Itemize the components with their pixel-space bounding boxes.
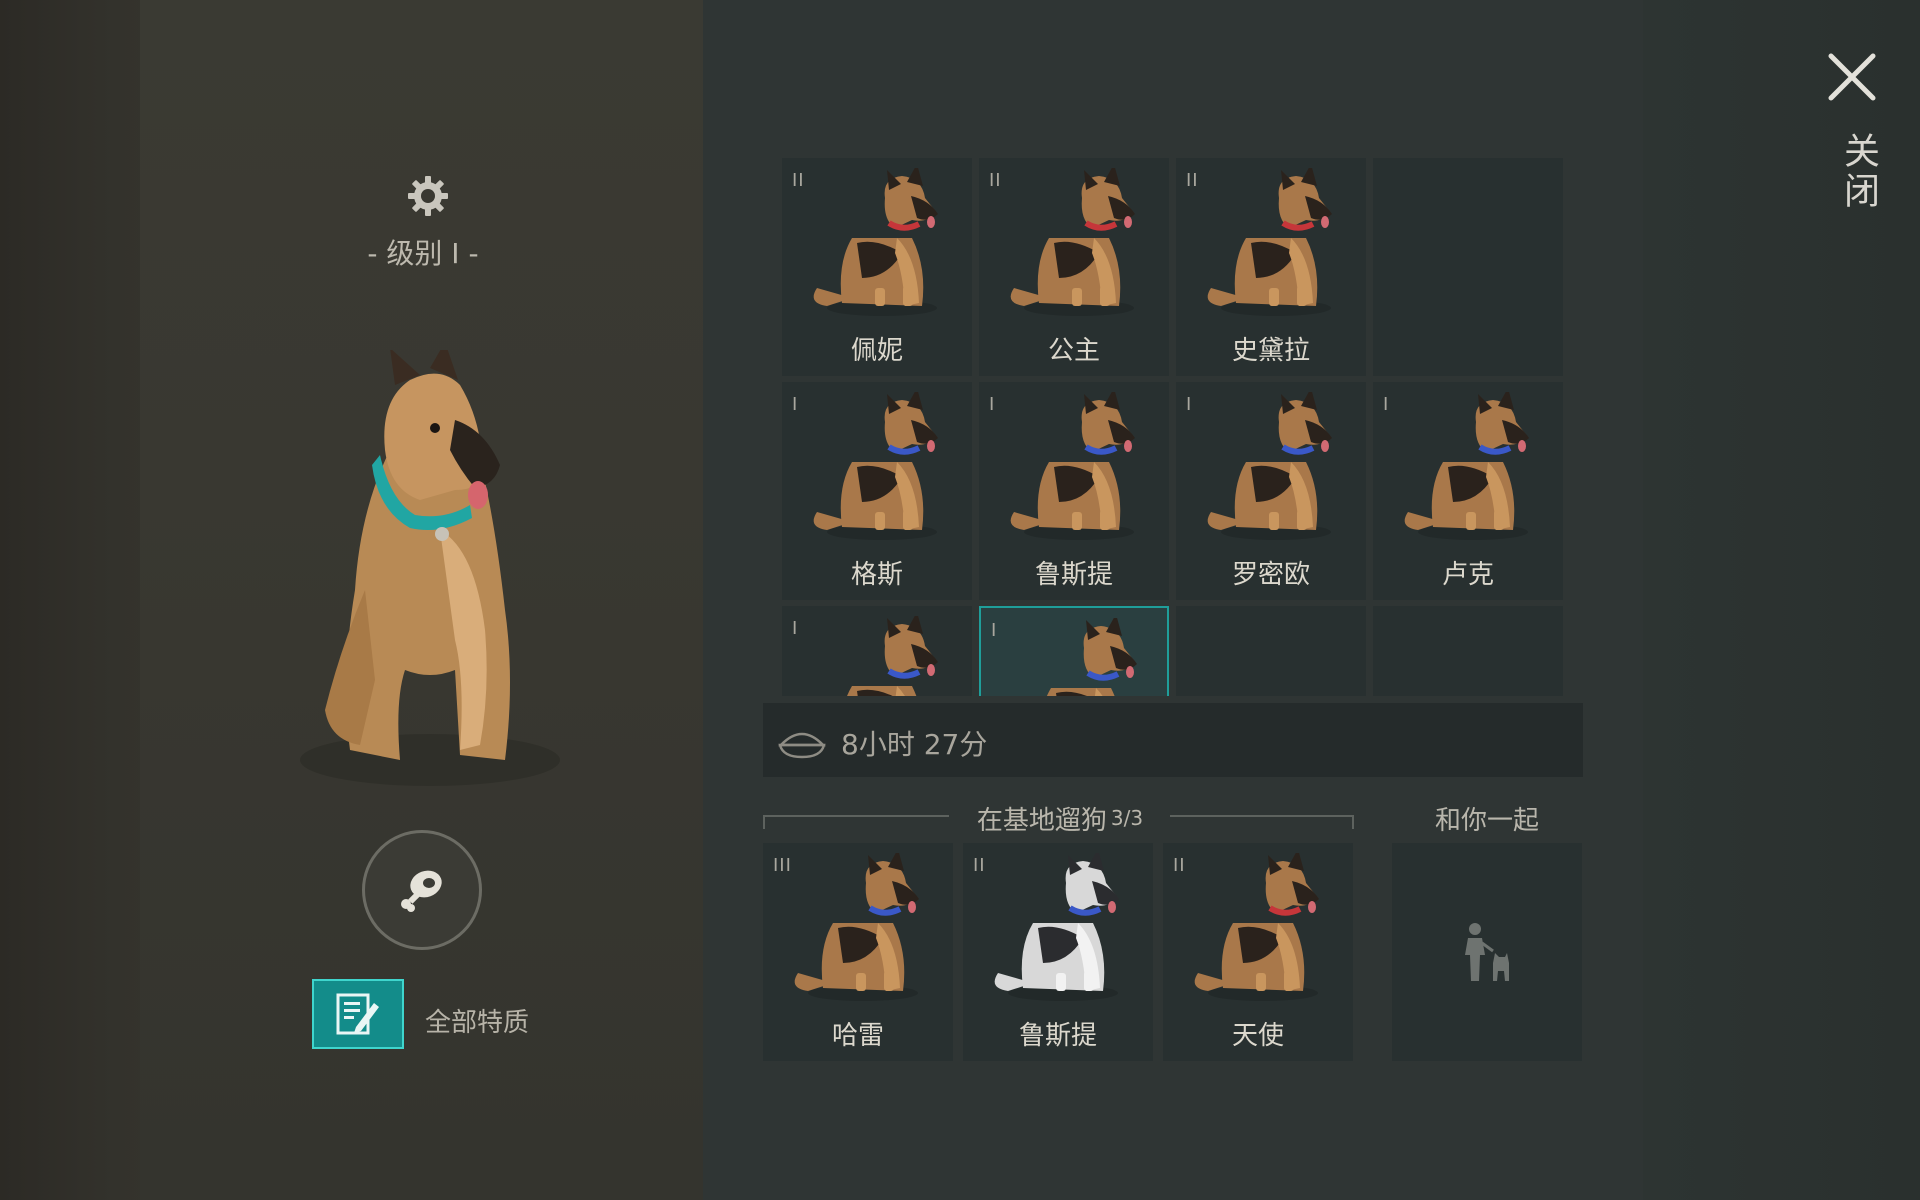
kennel-slot[interactable]: II 佩妮 [782,158,972,376]
walking-dog-slot[interactable]: II 天使 [1163,843,1353,1061]
dog-thumbnail [1004,388,1149,542]
tier-badge: II [973,855,986,876]
meat-icon [401,870,442,912]
kennel-slot[interactable]: I 格斯 [782,382,972,600]
dog-name: 天使 [1231,1021,1284,1051]
dog-name: 佩妮 [850,336,903,366]
dog-thumbnail [1201,164,1346,318]
kennel-slot[interactable]: I [979,606,1169,696]
dog-portrait [300,350,560,786]
tier-badge: II [1173,855,1186,876]
dog-name: 卢克 [1441,560,1494,590]
dog-name: 罗密欧 [1231,560,1310,590]
section-divider-right [1170,815,1354,829]
food-timer-bar: 8小时 27分 [763,703,1583,777]
dog-thumbnail [807,388,952,542]
dog-thumbnail [1201,388,1346,542]
dog-thumbnail [1188,849,1333,1003]
dog-thumbnail [807,612,952,696]
close-icon[interactable] [1825,50,1879,104]
kennel-slot[interactable]: I 鲁斯提 [979,382,1169,600]
tier-badge: I [1186,394,1193,415]
tier-badge: II [792,170,805,191]
dog-thumbnail [1398,388,1543,542]
all-traits-button[interactable] [312,979,404,1049]
kennel-slot[interactable]: I [782,606,972,696]
kennel-slot[interactable]: I 罗密欧 [1176,382,1366,600]
tier-badge: I [991,620,998,641]
tier-badge: I [989,394,996,415]
empty-kennel-slot[interactable] [1373,158,1563,376]
all-traits-label: 全部特质 [425,1008,530,1038]
dog-thumbnail [988,849,1133,1003]
empty-kennel-slot[interactable] [1373,606,1563,696]
kennel-slot[interactable]: I 卢克 [1373,382,1563,600]
companion-slot[interactable] [1392,843,1582,1061]
person-with-dog-icon [1465,923,1509,981]
dog-thumbnail [807,164,952,318]
dog-name: 史黛拉 [1231,336,1310,366]
dog-level-label: - 级别 I - [367,237,479,270]
tier-badge: I [792,618,799,639]
dog-name: 鲁斯提 [1018,1021,1097,1051]
kennel-grid: II 佩妮 II 公主 II 史黛拉 I 格斯 I 鲁斯提 I 罗密欧 I 卢克 I I [782,158,1564,696]
tier-badge: I [1383,394,1390,415]
tier-badge: II [989,170,1002,191]
tier-badge: I [792,394,799,415]
walking-dog-slot[interactable]: II 鲁斯提 [963,843,1153,1061]
close-label[interactable]: 关闭 [1832,132,1884,212]
food-bowl-icon [778,732,826,759]
dog-name: 公主 [1047,336,1100,366]
notes-edit-icon [336,993,379,1035]
dog-thumbnail [1004,164,1149,318]
tier-badge: II [1186,170,1199,191]
section-divider-left [763,815,949,829]
walking-title-text: 在基地遛狗 [976,806,1107,836]
kennel-slot[interactable]: II 史黛拉 [1176,158,1366,376]
dog-thumbnail [788,849,933,1003]
walking-count: 3/3 [1110,806,1144,830]
gear-icon[interactable] [406,174,450,218]
companion-section-title: 和你一起 [1434,806,1539,836]
walking-dog-slot[interactable]: III 哈雷 [763,843,953,1061]
kennel-slot[interactable]: II 公主 [979,158,1169,376]
empty-kennel-slot[interactable] [1176,606,1366,696]
feed-button[interactable] [362,830,482,950]
dog-name: 鲁斯提 [1034,560,1113,590]
dog-thumbnail [1006,614,1151,696]
dog-name: 格斯 [850,560,903,590]
food-timer-text: 8小时 27分 [841,728,988,761]
walking-section-title: 在基地遛狗 3/3 [955,800,1165,837]
dog-name: 哈雷 [831,1021,884,1051]
